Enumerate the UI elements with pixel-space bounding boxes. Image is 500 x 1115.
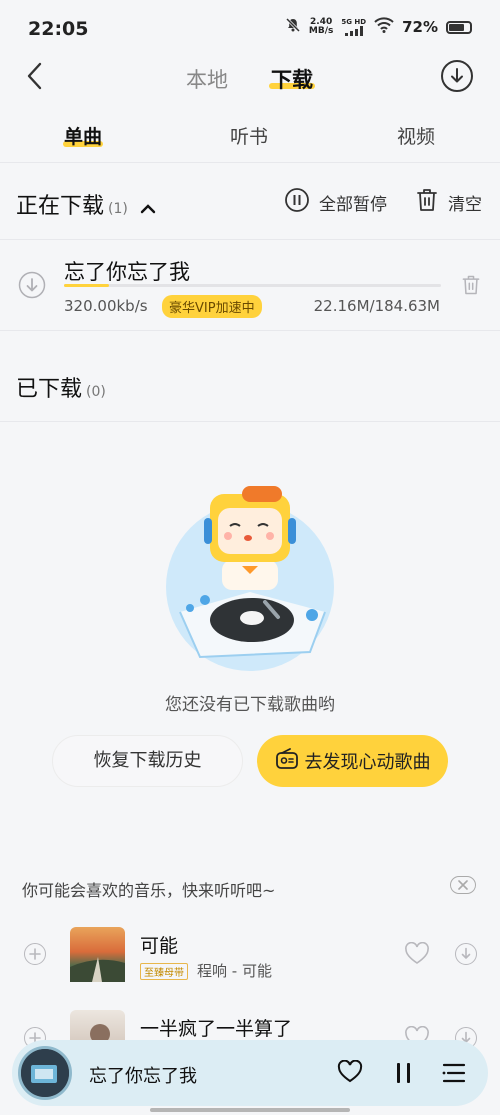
tab-local[interactable]: 本地 <box>186 64 228 94</box>
list-item[interactable]: 可能 至臻母带 程响 - 可能 <box>0 918 500 988</box>
downloaded-count: (0) <box>86 384 106 400</box>
downloaded-title: 已下载 <box>16 377 83 402</box>
close-icon[interactable] <box>450 876 476 894</box>
downloading-header[interactable]: 正在下载 (1) <box>16 188 157 220</box>
player-heart-icon[interactable] <box>337 1059 363 1088</box>
download-speed: 320.00kb/s <box>64 297 148 315</box>
status-icons: 2.40 MB/s 5G HD 72% <box>285 17 472 37</box>
album-cover <box>70 927 125 982</box>
song-name: 可能 <box>140 935 179 957</box>
divider <box>0 162 500 163</box>
trash-icon <box>415 187 439 218</box>
battery-percent: 72% <box>402 18 438 36</box>
network-label: 5G HD <box>341 18 367 26</box>
recommend-title: 你可能会喜欢的音乐，快来听听吧~ <box>22 881 276 900</box>
download-icon[interactable] <box>455 943 477 965</box>
downloading-count: (1) <box>108 201 128 217</box>
signal-icon: 5G HD <box>341 18 366 36</box>
subtab-audiobook[interactable]: 听书 <box>230 122 268 149</box>
mute-bell-icon <box>285 17 301 37</box>
playlist-icon[interactable] <box>441 1061 467 1089</box>
download-progress-fill <box>64 284 110 287</box>
divider <box>0 421 500 422</box>
discover-songs-label: 去发现心动歌曲 <box>304 752 431 773</box>
discover-songs-button[interactable]: 去发现心动歌曲 <box>257 735 448 787</box>
radio-icon <box>275 747 299 775</box>
vip-speed-badge: 豪华VIP加速中 <box>162 295 262 318</box>
divider <box>0 330 500 331</box>
chevron-up-icon[interactable] <box>139 195 157 220</box>
status-time: 22:05 <box>28 18 89 40</box>
empty-state-text: 您还没有已下载歌曲哟 <box>165 695 335 715</box>
home-indicator <box>150 1108 350 1112</box>
download-song-title: 忘了你忘了我 <box>64 260 190 284</box>
clear-button[interactable]: 清空 <box>415 187 482 218</box>
quality-tag: 至臻母带 <box>140 963 188 980</box>
downloaded-header: 已下载 (0) <box>16 371 106 403</box>
pause-all-button[interactable]: 全部暂停 <box>284 187 387 218</box>
status-bar: 22:05 2.40 MB/s 5G HD 72% <box>0 0 500 58</box>
download-status-icon[interactable] <box>18 271 46 303</box>
restore-history-button[interactable]: 恢复下载历史 <box>52 735 243 787</box>
wifi-icon <box>374 17 394 37</box>
empty-mascot-illustration <box>160 482 340 682</box>
song-artist: 程响 - 可能 <box>197 962 272 980</box>
downloading-title: 正在下载 <box>16 194 105 219</box>
song-name: 一半疯了一半算了 <box>140 1018 293 1040</box>
download-progress-bar <box>64 284 441 287</box>
tab-download[interactable]: 下载 <box>271 64 313 94</box>
subtab-single[interactable]: 单曲 <box>64 122 102 149</box>
top-nav: 本地 下载 <box>0 58 500 96</box>
heart-icon[interactable] <box>404 941 430 970</box>
battery-icon <box>446 20 472 34</box>
pause-all-label: 全部暂停 <box>319 195 387 215</box>
clear-label: 清空 <box>448 195 482 215</box>
net-speed: 2.40 MB/s <box>308 17 334 36</box>
subtab-video[interactable]: 视频 <box>397 122 435 149</box>
download-size: 22.16M/184.63M <box>313 297 440 315</box>
pause-circle-icon <box>284 187 310 218</box>
add-icon[interactable] <box>24 943 46 965</box>
pause-icon[interactable] <box>394 1061 414 1089</box>
player-song-title: 忘了你忘了我 <box>89 1066 197 1087</box>
player-album-cover[interactable] <box>18 1046 72 1100</box>
item-trash-icon[interactable] <box>460 274 482 300</box>
back-chevron-icon[interactable] <box>22 60 52 92</box>
divider <box>0 239 500 240</box>
download-circle-icon[interactable] <box>441 60 473 92</box>
mini-player[interactable]: 忘了你忘了我 <box>12 1040 488 1106</box>
